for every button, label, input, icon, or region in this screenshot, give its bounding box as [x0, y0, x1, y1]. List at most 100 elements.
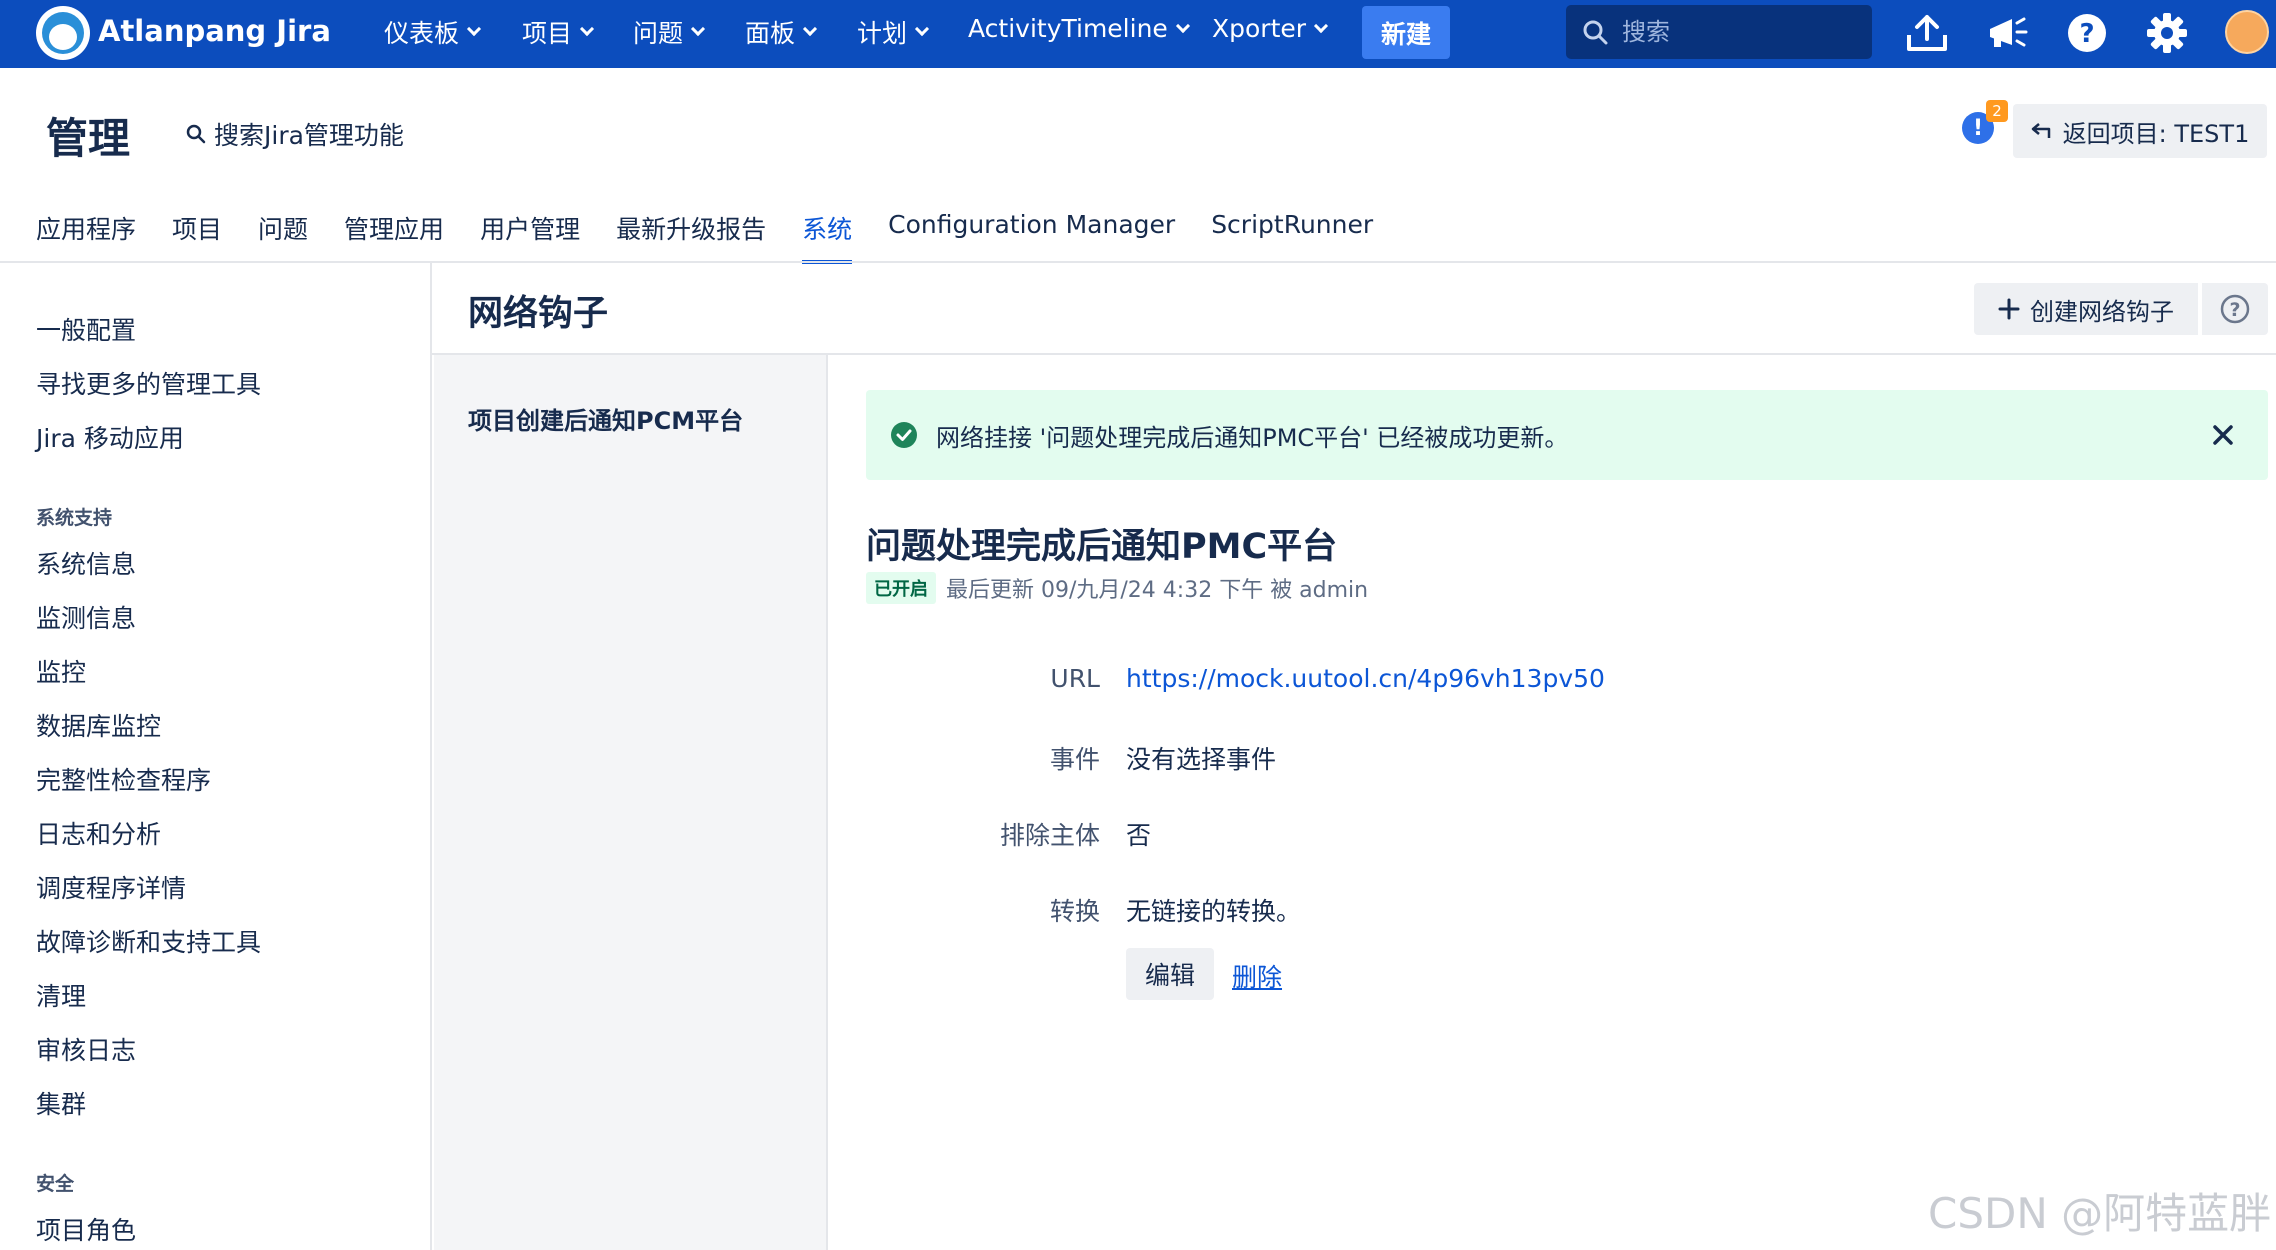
sidebar-item-scheduler-details[interactable]: 调度程序详情	[36, 869, 186, 905]
brand-name[interactable]: Atlanpang Jira	[98, 14, 331, 48]
success-flag: 网络挂接 '问题处理完成后通知PMC平台' 已经被成功更新。	[866, 390, 2268, 480]
help-icon[interactable]: ?	[2064, 10, 2110, 56]
webhook-title: 问题处理完成后通知PMC平台	[866, 527, 1338, 567]
upload-icon[interactable]	[1904, 10, 1950, 56]
svg-text:?: ?	[2229, 299, 2240, 321]
field-value-exclude-body: 否	[1126, 821, 1152, 850]
tab-scriptrunner[interactable]: ScriptRunner	[1211, 210, 1373, 264]
search-icon	[186, 124, 206, 144]
megaphone-icon[interactable]	[1984, 10, 2030, 56]
sidebar-item-system-info[interactable]: 系统信息	[36, 545, 136, 581]
status-badge: 已开启	[866, 572, 936, 604]
tab-issues[interactable]: 问题	[258, 210, 308, 264]
gear-icon[interactable]	[2144, 10, 2190, 56]
sidebar-item-monitoring[interactable]: 监控	[36, 653, 86, 689]
admin-search-link[interactable]: 搜索Jira管理功能	[186, 116, 404, 152]
create-webhook-button[interactable]: 创建网络钩子	[1974, 283, 2198, 335]
admin-title: 管理	[46, 114, 131, 163]
jira-logo[interactable]	[36, 6, 90, 60]
nav-dashboards-label: 仪表板	[384, 19, 460, 48]
chevron-down-icon	[1313, 18, 1329, 33]
admin-sidebar: 一般配置 寻找更多的管理工具 Jira 移动应用 系统支持 系统信息 监测信息 …	[0, 263, 432, 1250]
sidebar-item-cleanup[interactable]: 清理	[36, 977, 86, 1013]
tab-configuration-manager[interactable]: Configuration Manager	[888, 210, 1175, 264]
plus-icon	[1998, 298, 2020, 320]
chevron-down-icon	[914, 21, 930, 37]
nav-plans-label: 计划	[857, 19, 908, 48]
nav-boards[interactable]: 面板	[745, 14, 818, 50]
field-value-transitions: 无链接的转换。	[1126, 897, 1302, 926]
nav-plans[interactable]: 计划	[857, 14, 930, 50]
chevron-down-icon	[579, 21, 595, 37]
sidebar-item-logging-profiling[interactable]: 日志和分析	[36, 815, 161, 851]
sidebar-item-project-roles[interactable]: 项目角色	[36, 1211, 136, 1247]
create-button[interactable]: 新建	[1362, 6, 1450, 59]
search-input[interactable]	[1622, 18, 1862, 46]
webhook-meta: 已开启 最后更新 09/九月/24 4:32 下午 被 admin	[866, 572, 1368, 604]
webhook-list: 项目创建后通知PCM平台	[434, 355, 828, 1250]
sidebar-section-security: 安全	[36, 1173, 75, 1195]
nav-projects-label: 项目	[522, 19, 573, 48]
tab-projects[interactable]: 项目	[172, 210, 222, 264]
sidebar-item-jira-mobile-app[interactable]: Jira 移动应用	[36, 419, 184, 455]
webhook-url-link[interactable]: https://mock.uutool.cn/4p96vh13pv50	[1126, 664, 1605, 693]
check-circle-icon	[891, 422, 917, 448]
admin-tabs: 应用程序 项目 问题 管理应用 用户管理 最新升级报告 系统 Configura…	[36, 210, 1373, 264]
chevron-down-icon	[802, 21, 818, 37]
nav-issues-label: 问题	[633, 19, 684, 48]
return-to-project-button[interactable]: 返回项目: TEST1	[2013, 104, 2267, 158]
sidebar-item-instrumentation[interactable]: 监测信息	[36, 599, 136, 635]
field-label-url: URL	[1050, 664, 1100, 693]
field-label-transitions: 转换	[1049, 897, 1100, 926]
question-circle-icon: ?	[2220, 294, 2250, 324]
chevron-down-icon	[466, 21, 482, 37]
tab-system[interactable]: 系统	[802, 210, 853, 264]
edit-button[interactable]: 编辑	[1126, 948, 1214, 1000]
field-value-events: 没有选择事件	[1126, 745, 1277, 774]
nav-dashboards[interactable]: 仪表板	[384, 14, 482, 50]
close-icon[interactable]	[2208, 420, 2238, 450]
user-avatar[interactable]	[2225, 10, 2269, 54]
chevron-down-icon	[1175, 18, 1190, 33]
sidebar-item-clustering[interactable]: 集群	[36, 1085, 86, 1121]
field-label-events: 事件	[1049, 745, 1100, 774]
sidebar-item-troubleshooting-tools[interactable]: 故障诊断和支持工具	[36, 923, 261, 959]
top-navigation-bar: Atlanpang Jira 仪表板 项目 问题 面板 计划 ActivityT…	[0, 0, 2276, 68]
nav-activitytimeline-label: ActivityTimeline	[968, 14, 1168, 43]
nav-projects[interactable]: 项目	[522, 14, 595, 50]
nav-xporter-label: Xporter	[1212, 14, 1307, 43]
page-help-button[interactable]: ?	[2202, 283, 2268, 335]
svg-text:?: ?	[2079, 19, 2094, 49]
sidebar-item-database-monitoring[interactable]: 数据库监控	[36, 707, 161, 743]
field-label-exclude-body: 排除主体	[999, 821, 1100, 850]
sidebar-item-general-configuration[interactable]: 一般配置	[36, 311, 136, 347]
webhook-list-item[interactable]: 项目创建后通知PCM平台	[468, 401, 743, 436]
return-to-project-label: 返回项目: TEST1	[2062, 119, 2250, 148]
sidebar-section-system-support: 系统支持	[36, 507, 113, 529]
delete-link[interactable]: 删除	[1232, 958, 1282, 994]
create-webhook-label: 创建网络钩子	[2030, 297, 2174, 326]
last-updated-text: 最后更新 09/九月/24 4:32 下午 被 admin	[946, 578, 1369, 603]
logo-face-icon	[42, 12, 84, 54]
page-title: 网络钩子	[468, 294, 609, 334]
global-search[interactable]	[1566, 5, 1872, 59]
sidebar-item-audit-log[interactable]: 审核日志	[36, 1031, 136, 1067]
tab-user-management[interactable]: 用户管理	[480, 210, 580, 264]
nav-xporter[interactable]: Xporter	[1212, 14, 1329, 43]
success-flag-message: 网络挂接 '问题处理完成后通知PMC平台' 已经被成功更新。	[936, 423, 1569, 452]
sidebar-item-integrity-checker[interactable]: 完整性检查程序	[36, 761, 211, 797]
nav-boards-label: 面板	[745, 19, 796, 48]
admin-search-label: 搜索Jira管理功能	[214, 121, 404, 150]
notification-count-badge: 2	[1986, 100, 2008, 122]
tab-manage-apps[interactable]: 管理应用	[344, 210, 444, 264]
nav-issues[interactable]: 问题	[633, 14, 706, 50]
field-value-url: https://mock.uutool.cn/4p96vh13pv50	[1126, 664, 1605, 693]
watermark: CSDN @阿特蓝胖	[1928, 1189, 2272, 1238]
tab-latest-upgrade-report[interactable]: 最新升级报告	[616, 210, 766, 264]
chevron-down-icon	[690, 21, 706, 37]
sidebar-item-find-more-admin-tools[interactable]: 寻找更多的管理工具	[36, 365, 261, 401]
search-icon	[1583, 20, 1608, 45]
tab-applications[interactable]: 应用程序	[36, 210, 136, 264]
return-arrow-icon	[2031, 123, 2050, 138]
nav-activitytimeline[interactable]: ActivityTimeline	[968, 14, 1190, 43]
